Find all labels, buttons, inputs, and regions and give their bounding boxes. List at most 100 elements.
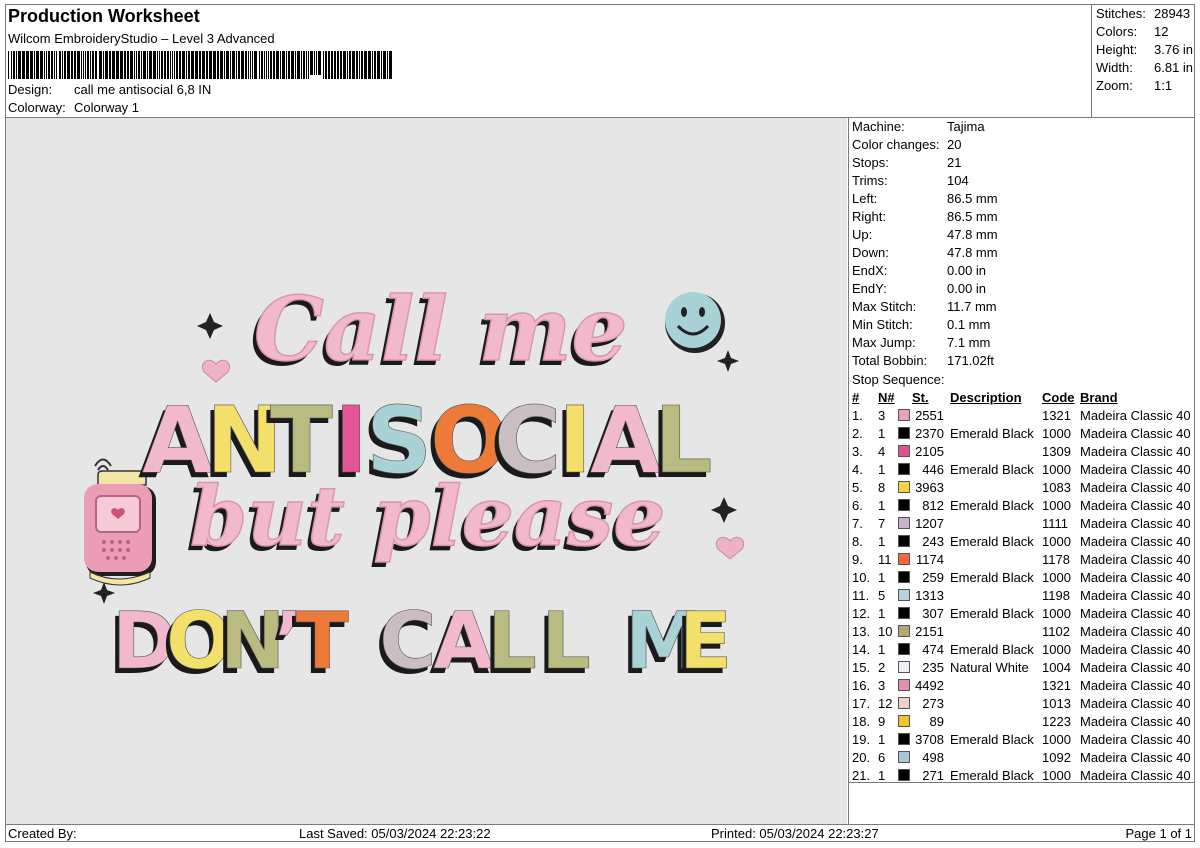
info-row: Left: 86.5 mm [852, 191, 998, 206]
barcode-bar [213, 51, 216, 79]
barcode-bar [71, 51, 73, 79]
barcode-bar [276, 51, 279, 79]
cell-code: 1223 [1042, 713, 1071, 729]
info-row: EndY: 0.00 in [852, 281, 986, 296]
cell-needle: 1 [878, 731, 886, 747]
stat-width: Width: 6.81 in [1096, 60, 1194, 75]
cell-stitches: 498 [922, 749, 944, 765]
barcode-bar [273, 51, 275, 79]
cell-description [950, 478, 1042, 496]
last-saved: Last Saved: 05/03/2024 22:23:22 [299, 826, 491, 841]
cell-description: Emerald Black [950, 605, 1034, 621]
barcode-bar [13, 51, 15, 79]
barcode-bar [202, 51, 205, 79]
cell-description [950, 676, 1042, 694]
cell-description [950, 748, 1042, 766]
cell-swatch [898, 550, 912, 568]
col-header-stitches: St. [912, 389, 929, 405]
cell-stitches: 259 [922, 569, 944, 585]
barcode-bar [316, 51, 317, 75]
cell-swatch [898, 568, 912, 586]
color-swatch [898, 408, 910, 421]
color-swatch [898, 516, 910, 529]
printed-date: Printed: 05/03/2024 22:23:27 [711, 826, 879, 841]
cell-brand: Madeira Classic 40 [1080, 569, 1191, 585]
info-value: 0.00 in [947, 281, 987, 296]
color-swatch [898, 480, 910, 493]
barcode-bar [206, 51, 208, 79]
cell-stitches: 1174 [916, 551, 944, 567]
color-swatch [898, 534, 910, 547]
barcode-bar [64, 51, 66, 79]
cell-num: 7. [852, 515, 863, 531]
barcode-bar [359, 51, 360, 79]
barcode-bar [85, 51, 86, 79]
info-value: 86.5 mm [947, 191, 998, 206]
design-letter: T [296, 597, 349, 687]
barcode-bar [224, 51, 225, 79]
barcode-bar [90, 51, 91, 79]
table-row: 11. 5 1313 1198 Madeira Classic 40 [850, 586, 1191, 604]
cell-stitches: 2151 [915, 623, 944, 639]
info-value: Tajima [947, 119, 985, 134]
info-value: 0.00 in [947, 263, 987, 278]
info-row: Color changes: 20 [852, 137, 961, 152]
barcode-bar [95, 51, 97, 79]
info-value: 171.02ft [947, 353, 994, 368]
cell-brand: Madeira Classic 40 [1080, 497, 1191, 513]
colorway-row: Colorway: Colorway 1 [8, 100, 139, 115]
cell-code: 1000 [1042, 641, 1071, 657]
cell-needle: 1 [878, 605, 886, 621]
cell-needle: 7 [878, 515, 886, 531]
info-label: Stops: [852, 155, 889, 170]
col-header-needle: N# [878, 389, 895, 405]
table-row: 16. 3 4492 1321 Madeira Classic 40 [850, 676, 1191, 694]
barcode-bar [264, 51, 265, 79]
info-row: Up: 47.8 mm [852, 227, 998, 242]
cell-num: 5. [852, 479, 863, 495]
block-line-dont-call-me: DDOONN’’TT CCAALL LL MMEE [108, 597, 733, 692]
barcode-bar [18, 51, 21, 79]
table-row: 10. 1 259 Emerald Black 1000 Madeira Classic … [850, 568, 1191, 586]
table-row: 1. 3 2551 1321 Madeira Classic 40 [850, 406, 1191, 424]
table-row: 13. 10 2151 1102 Madeira Classic 40 [850, 622, 1191, 640]
info-value: 21 [947, 155, 962, 170]
cell-stitches: 273 [922, 695, 944, 711]
cell-code: 1083 [1042, 479, 1071, 495]
barcode-bar [323, 51, 324, 79]
info-divider [849, 782, 1195, 783]
cell-swatch [898, 532, 912, 550]
cell-description [950, 442, 1042, 460]
barcode-bar [87, 51, 89, 79]
barcode-bar [286, 51, 287, 79]
cell-stitches: 4492 [915, 677, 944, 693]
color-swatch [898, 678, 910, 691]
barcode-bar [387, 51, 388, 79]
barcode-bar [164, 51, 166, 79]
col-header-code: Code [1042, 389, 1075, 405]
barcode-bar [270, 51, 272, 79]
cell-stitches: 235 [922, 659, 944, 675]
table-row: 4. 1 446 Emerald Black 1000 Madeira Classic 4… [850, 460, 1191, 478]
barcode-bar [40, 51, 43, 79]
table-row: 3. 4 2105 1309 Madeira Classic 40 [850, 442, 1191, 460]
info-label: Total Bobbin: [852, 353, 928, 368]
cell-needle: 1 [878, 569, 886, 585]
col-header-num: # [852, 389, 860, 405]
info-label: Up: [852, 227, 873, 242]
cell-code: 1000 [1042, 731, 1071, 747]
table-row: 20. 6 498 1092 Madeira Classic 40 [850, 748, 1191, 766]
color-swatch [898, 426, 910, 439]
cell-needle: 5 [878, 587, 886, 603]
barcode-bar [220, 51, 223, 79]
barcode-bar [116, 51, 119, 79]
cell-stitches: 3708 [915, 731, 944, 747]
cell-stitches: 3963 [915, 479, 944, 495]
barcode-bar [67, 51, 70, 79]
sparkle-icon [717, 350, 739, 372]
barcode-bar [103, 51, 104, 79]
barcode-bar [30, 51, 33, 79]
table-row: 14. 1 474 Emerald Black 1000 Madeira Classic … [850, 640, 1191, 658]
cell-swatch [898, 622, 912, 640]
barcode-bar [245, 51, 247, 79]
